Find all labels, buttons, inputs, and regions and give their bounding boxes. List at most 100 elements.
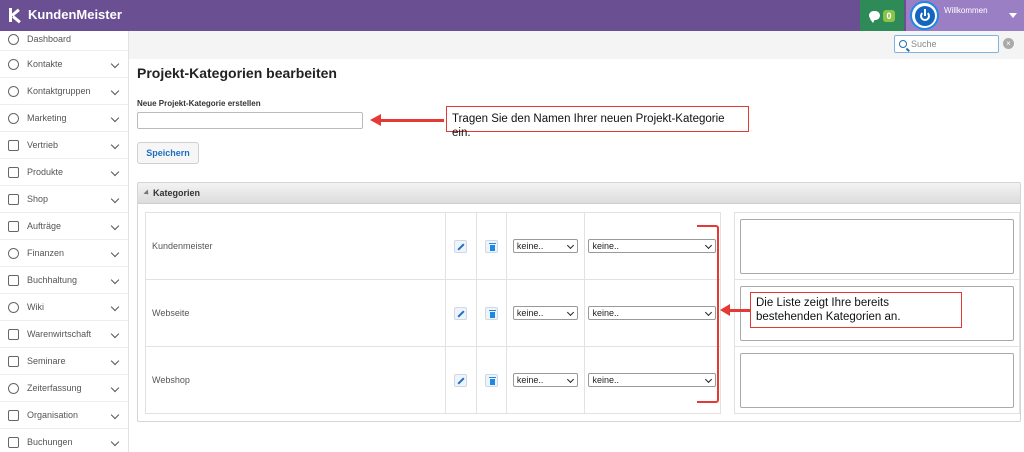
category-description[interactable] <box>739 352 1014 408</box>
edit-pencil-icon[interactable] <box>454 306 468 320</box>
sidebar-item-marketing[interactable]: Marketing <box>0 105 128 132</box>
new-category-input[interactable] <box>137 112 363 129</box>
delete-trash-icon[interactable] <box>484 306 498 320</box>
sidebar-item-organisation[interactable]: Organisation <box>0 402 128 429</box>
chevron-down-icon <box>110 356 120 366</box>
clock-icon <box>8 382 19 394</box>
brand[interactable]: KundenMeister <box>8 7 122 23</box>
bulb-icon <box>8 301 19 313</box>
sidebar: Dashboard Kontakte Kontaktgruppen Market… <box>0 31 129 452</box>
panel-header[interactable]: Kategorien <box>138 183 1020 204</box>
top-bar: KundenMeister 0 Willkommen <box>0 0 1024 31</box>
sidebar-item-label: Produkte <box>27 167 64 177</box>
chevron-down-icon <box>110 410 120 420</box>
welcome-text: Willkommen <box>944 6 988 15</box>
money-icon <box>8 247 19 259</box>
chevron-down-icon <box>110 302 120 312</box>
chevron-down-icon <box>110 383 120 393</box>
chevron-down-icon <box>110 167 120 177</box>
sidebar-item-label: Zeiterfassung <box>27 383 82 393</box>
sidebar-item-seminare[interactable]: Seminare <box>0 348 128 375</box>
avatar <box>910 1 939 30</box>
collapse-triangle-icon[interactable] <box>143 189 151 197</box>
sidebar-item-label: Finanzen <box>27 248 65 258</box>
groups-icon <box>8 85 19 97</box>
box-icon <box>8 166 19 178</box>
sidebar-item-label: Shop <box>27 194 49 204</box>
sidebar-item-label: Warenwirtschaft <box>27 329 92 339</box>
annotation-arrow-line <box>729 309 751 312</box>
annotation-bracket <box>697 225 719 403</box>
search-box[interactable] <box>894 35 999 53</box>
search-input[interactable] <box>911 39 996 49</box>
sidebar-item-produkte[interactable]: Produkte <box>0 159 128 186</box>
panel-title: Kategorien <box>153 188 201 198</box>
chat-count-badge: 0 <box>883 9 895 22</box>
category-name: Webshop <box>144 346 447 414</box>
contacts-icon <box>8 58 19 70</box>
orders-icon <box>8 220 19 232</box>
sidebar-item-finanzen[interactable]: Finanzen <box>0 240 128 267</box>
chevron-down-icon <box>110 275 120 285</box>
user-menu[interactable]: Willkommen <box>906 0 1024 31</box>
sidebar-item-kontakte[interactable]: Kontakte <box>0 51 128 78</box>
sidebar-item-label: Aufträge <box>27 221 62 231</box>
category-name: Kundenmeister <box>144 212 447 280</box>
sidebar-item-label: Buchhaltung <box>27 275 78 285</box>
sidebar-item-label: Seminare <box>27 356 66 366</box>
chevron-down-icon <box>110 113 120 123</box>
sidebar-item-auftraege[interactable]: Aufträge <box>0 213 128 240</box>
sidebar-item-label: Buchungen <box>27 437 73 447</box>
sidebar-item-zeiterfassung[interactable]: Zeiterfassung <box>0 375 128 402</box>
sidebar-item-wiki[interactable]: Wiki <box>0 294 128 321</box>
annotation-list-hint: Die Liste zeigt Ihre bereits bestehenden… <box>750 292 962 328</box>
edit-pencil-icon[interactable] <box>454 239 468 253</box>
sidebar-item-vertrieb[interactable]: Vertrieb <box>0 132 128 159</box>
delete-trash-icon[interactable] <box>484 373 498 387</box>
cart-icon <box>8 328 19 340</box>
dashboard-icon <box>8 34 19 45</box>
caret-down-icon[interactable] <box>1009 13 1017 18</box>
chevron-down-icon <box>110 194 120 204</box>
category-select-1[interactable]: keine.. <box>512 239 578 253</box>
sidebar-item-label: Wiki <box>27 302 44 312</box>
ledger-icon <box>8 274 19 286</box>
sidebar-item-shop[interactable]: Shop <box>0 186 128 213</box>
sidebar-item-warenwirtschaft[interactable]: Warenwirtschaft <box>0 321 128 348</box>
delete-trash-icon[interactable] <box>484 239 498 253</box>
category-select-1[interactable]: keine.. <box>512 306 578 320</box>
sidebar-item-label: Kontaktgruppen <box>27 86 91 96</box>
sidebar-item-label: Organisation <box>27 410 79 420</box>
tag-icon <box>8 193 19 205</box>
edit-pencil-icon[interactable] <box>454 373 468 387</box>
page-title: Projekt-Kategorien bearbeiten <box>137 65 337 81</box>
kundenmeister-logo-icon <box>8 7 22 23</box>
search-icon <box>899 40 907 48</box>
chat-bubble-icon <box>869 11 881 23</box>
clear-search-icon[interactable]: × <box>1003 38 1014 49</box>
sidebar-item-label: Kontakte <box>27 59 63 69</box>
sidebar-item-kontaktgruppen[interactable]: Kontaktgruppen <box>0 78 128 105</box>
chevron-down-icon <box>110 221 120 231</box>
save-button[interactable]: Speichern <box>137 142 199 164</box>
chat-button[interactable]: 0 <box>860 0 904 31</box>
sidebar-item-buchungen[interactable]: Buchungen <box>0 429 128 452</box>
category-description[interactable] <box>739 218 1014 274</box>
sidebar-item-buchhaltung[interactable]: Buchhaltung <box>0 267 128 294</box>
table-row: Kundenmeister keine.. keine.. <box>144 212 1021 280</box>
chevron-down-icon <box>110 140 120 150</box>
chevron-down-icon <box>110 59 120 69</box>
sidebar-item-dashboard[interactable]: Dashboard <box>0 31 128 51</box>
chart-icon <box>8 139 19 151</box>
sidebar-item-label: Dashboard <box>27 34 72 44</box>
annotation-arrow-line <box>378 119 444 122</box>
category-select-1[interactable]: keine.. <box>512 373 578 387</box>
sidebar-item-label: Vertrieb <box>27 140 59 150</box>
content-header <box>129 31 1024 59</box>
chevron-down-icon <box>110 86 120 96</box>
table-row: Webshop keine.. keine.. <box>144 346 1021 414</box>
chevron-down-icon <box>110 248 120 258</box>
category-name: Webseite <box>144 279 447 347</box>
app-title: KundenMeister <box>28 7 122 22</box>
chevron-down-icon <box>110 437 120 447</box>
